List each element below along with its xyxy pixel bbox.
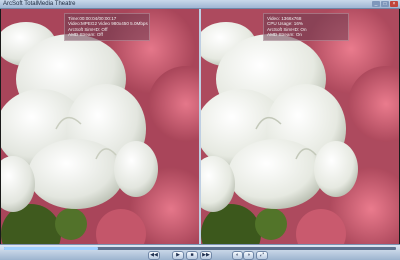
- minimize-button[interactable]: _: [372, 1, 380, 7]
- title-bar[interactable]: ArcSoft TotalMedia Theatre _ □ ×: [0, 0, 400, 9]
- stats-overlay-left: Time:00:00:04/00:00:17 Video:MPEG2 Video…: [64, 13, 150, 41]
- window-title: ArcSoft TotalMedia Theatre: [3, 1, 76, 7]
- seek-progress: [4, 247, 99, 250]
- overlay-amd-stream: AMD Stream: Off: [68, 32, 103, 38]
- flower-photo-right: [201, 9, 399, 244]
- maximize-button[interactable]: □: [381, 1, 389, 7]
- close-button[interactable]: ×: [390, 1, 398, 7]
- video-pane-left[interactable]: Time:00:00:04/00:00:17 Video:MPEG2 Video…: [1, 9, 199, 244]
- flower-photo-left: [1, 9, 199, 244]
- seek-bar[interactable]: [4, 247, 396, 250]
- player-window: ArcSoft TotalMedia Theatre _ □ × Time:00…: [0, 0, 400, 260]
- video-pane-right[interactable]: Video: 1366x768 CPU Usage: 16% ArcSoft S…: [201, 9, 399, 244]
- overlay-amd-stream: AMD Stream: On: [267, 32, 302, 38]
- playback-control-bar: ◀◀ ▶ ■ ▶▶ ◐ ◑ ⤢: [0, 244, 400, 260]
- stats-overlay-right: Video: 1366x768 CPU Usage: 16% ArcSoft S…: [263, 13, 349, 41]
